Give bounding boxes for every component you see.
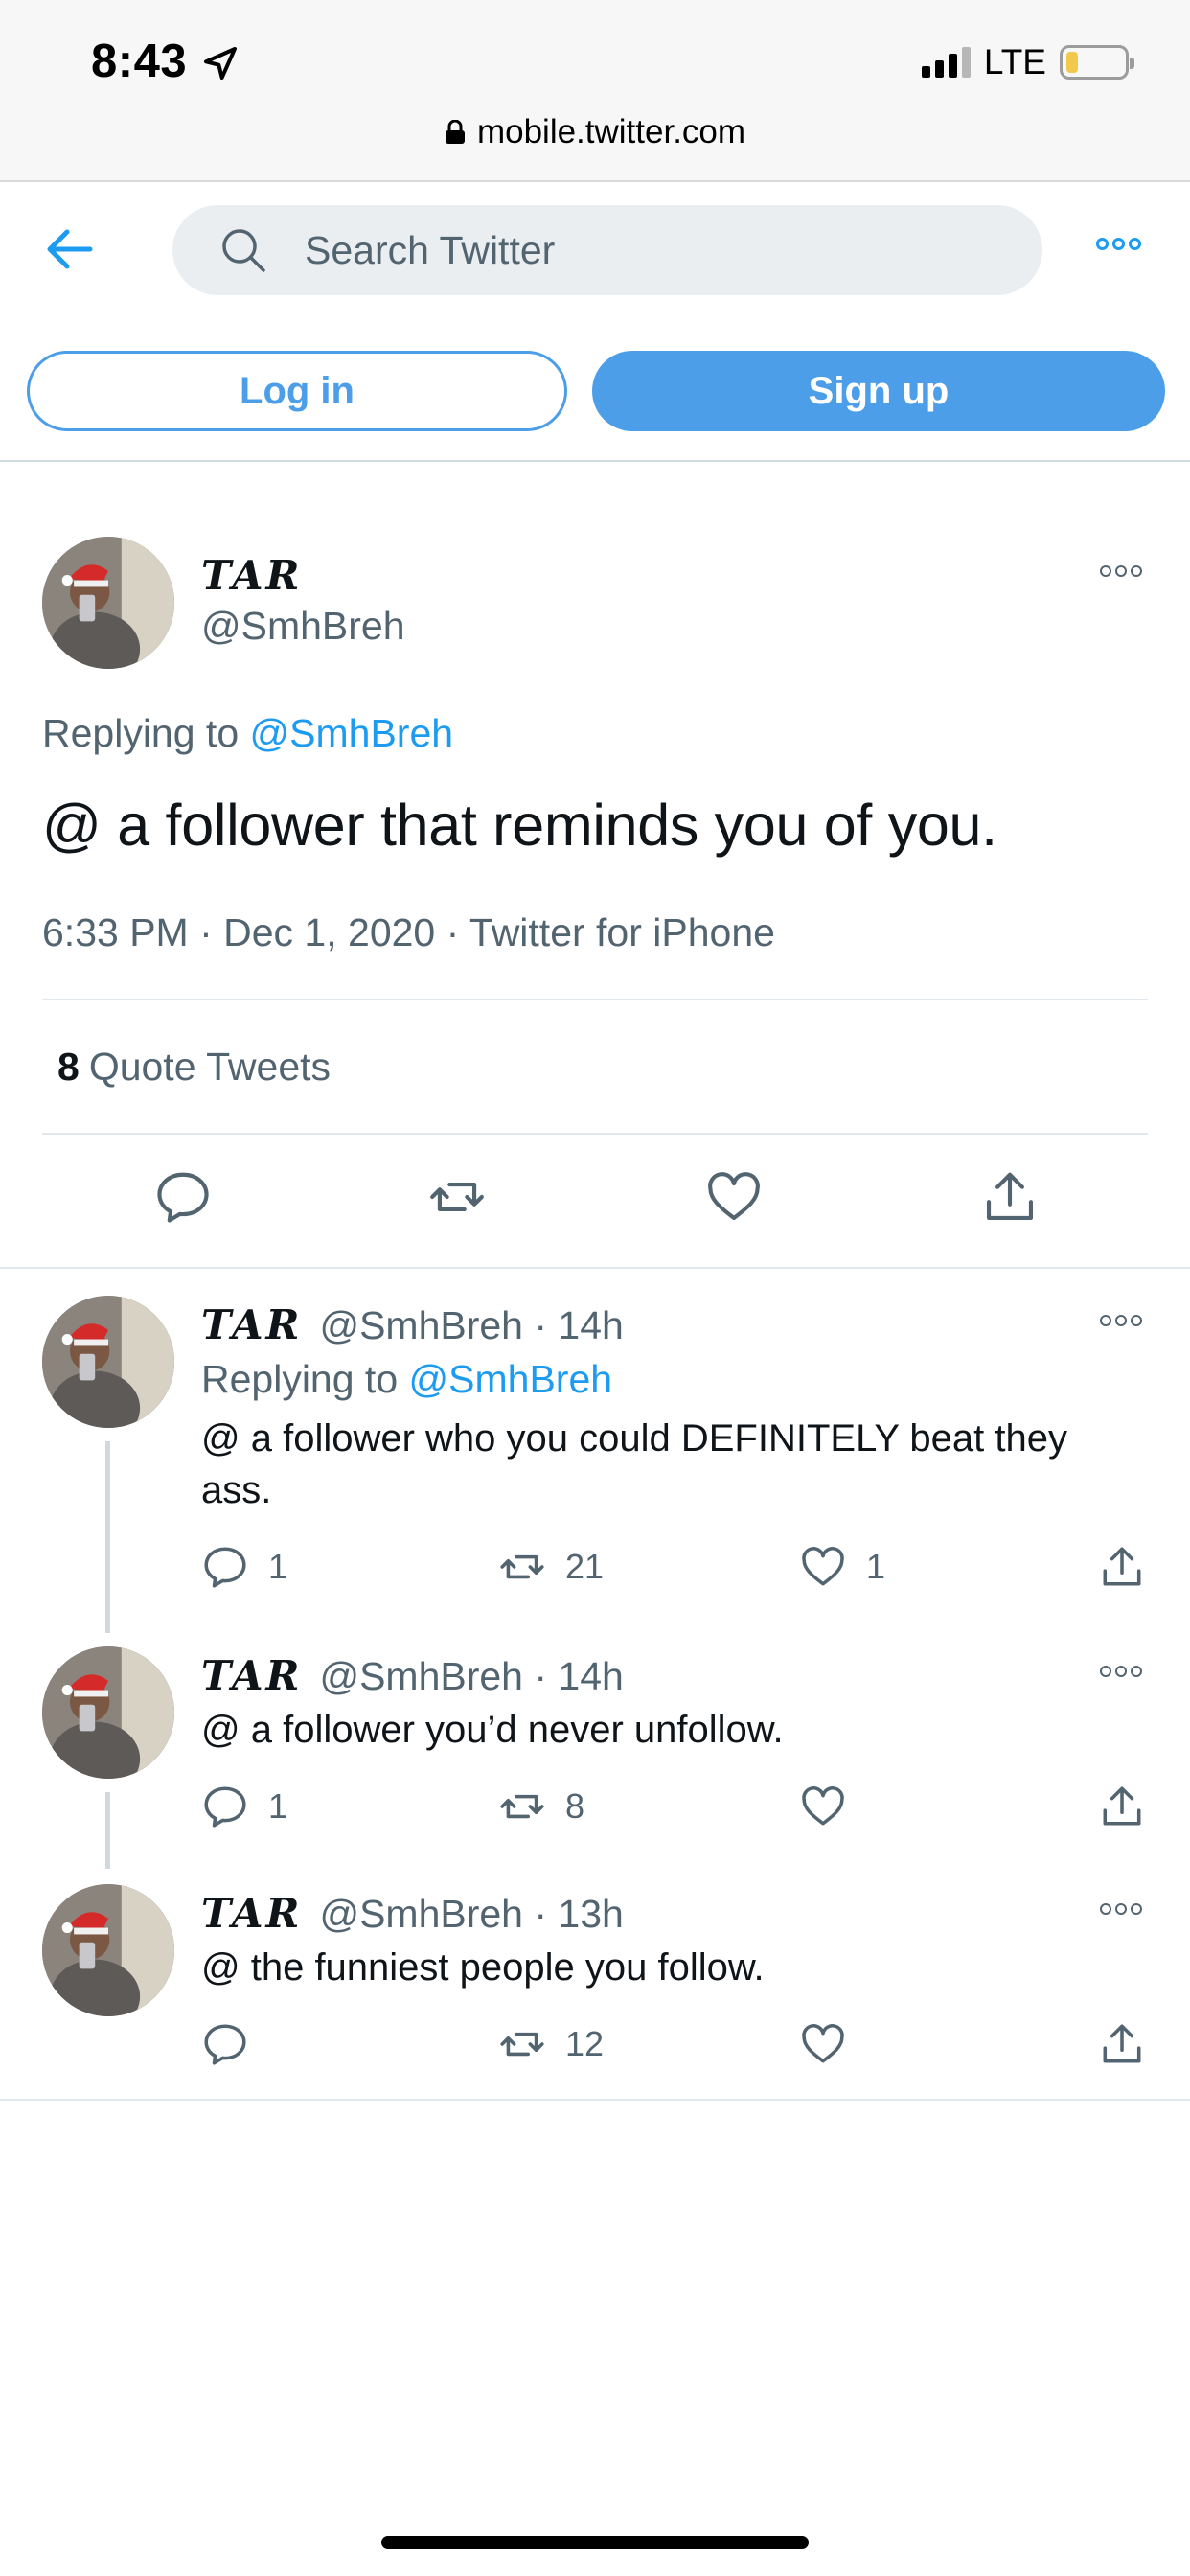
search-icon [222, 229, 265, 272]
author-handle-time[interactable]: @SmhBreh · 14h [319, 1303, 623, 1348]
tweet-actions: 12 [0, 2020, 1190, 2078]
divider [0, 1267, 1190, 1269]
author-handle-time[interactable]: @SmhBreh · 14h [319, 1654, 623, 1699]
reply-icon [204, 1547, 246, 1588]
author-name[interactable]: TAR [201, 1890, 302, 1937]
battery-icon [1060, 45, 1134, 80]
replying-to: Replying to @SmhBreh [42, 711, 453, 756]
divider [0, 2099, 1190, 2101]
reply-action[interactable]: 1 [201, 1782, 287, 1830]
back-arrow-icon[interactable] [42, 222, 96, 276]
divider [42, 999, 1148, 1000]
share-action[interactable] [1098, 1782, 1146, 1830]
login-button[interactable]: Log in [27, 351, 567, 431]
share-icon[interactable] [980, 1167, 1040, 1227]
tweet-more-icon[interactable] [1100, 565, 1142, 577]
quote-label: Quote Tweets [88, 1045, 332, 1089]
network-type: LTE [983, 42, 1046, 81]
search-placeholder: Search Twitter [305, 227, 556, 272]
author-name[interactable]: TAR [201, 1301, 302, 1348]
reply-header: TAR @SmhBreh · 13h [201, 1890, 624, 1937]
retweet-count: 8 [565, 1786, 585, 1826]
retweet-icon [500, 1554, 544, 1579]
replying-to: Replying to @SmhBreh [201, 1357, 612, 1402]
search-input[interactable]: Search Twitter [172, 205, 1042, 295]
tweet-more-icon[interactable] [1100, 1903, 1142, 1915]
avatar-image [42, 1646, 174, 1779]
location-arrow-icon [204, 47, 237, 80]
retweet-icon [500, 2032, 544, 2057]
reply-action[interactable] [201, 2020, 268, 2068]
author-name[interactable]: TAR [201, 552, 302, 599]
url-text: mobile.twitter.com [476, 113, 746, 150]
avatar-image [42, 537, 174, 669]
retweet-count: 21 [565, 1547, 605, 1586]
quote-count: 8 [57, 1045, 80, 1089]
retweet-action[interactable]: 12 [498, 2020, 604, 2068]
divider [42, 1133, 1148, 1135]
like-action[interactable]: 1 [799, 1543, 885, 1591]
reply-icon [204, 1786, 246, 1828]
lock-icon [445, 120, 465, 144]
share-icon [1103, 1547, 1141, 1586]
reply-action[interactable]: 1 [201, 1543, 287, 1591]
avatar[interactable] [42, 1646, 174, 1779]
signal-strength-icon [921, 47, 971, 78]
reply-count: 1 [268, 1786, 288, 1826]
avatar-image [42, 1296, 174, 1428]
replying-to-mention[interactable]: @SmhBreh [409, 1357, 613, 1401]
tweet-timestamp[interactable]: 6:33 PM · Dec 1, 2020 · Twitter for iPho… [42, 910, 775, 955]
home-indicator[interactable] [381, 2536, 809, 2549]
tweet-text: @ a follower who you could DEFINITELY be… [201, 1417, 1068, 1511]
reply-header: TAR @SmhBreh · 14h [201, 1652, 624, 1699]
thread-line [105, 1441, 110, 1633]
tweet-text: @ a follower that reminds you of you. [42, 793, 997, 858]
status-indicators: LTE [921, 42, 1134, 82]
like-action[interactable] [799, 2020, 866, 2068]
replying-prefix: Replying to [201, 1357, 399, 1401]
like-icon [802, 2024, 844, 2063]
avatar[interactable] [42, 1884, 174, 2016]
like-count: 1 [866, 1547, 886, 1586]
tweet-more-icon[interactable] [1100, 1666, 1142, 1677]
tweet-actions [0, 1167, 1190, 1234]
replying-to-mention[interactable]: @SmhBreh [250, 711, 454, 755]
tweet-more-icon[interactable] [1100, 1315, 1142, 1326]
avatar[interactable] [42, 537, 174, 669]
replying-prefix: Replying to [42, 711, 240, 755]
browser-chrome: 8:43 LTE mobile.twitter.com [0, 0, 1190, 182]
author-name[interactable]: TAR [201, 1652, 302, 1699]
address-bar[interactable]: mobile.twitter.com [0, 113, 1190, 151]
like-icon [802, 1547, 844, 1586]
reply-icon[interactable] [153, 1167, 213, 1227]
reply-count: 1 [268, 1547, 288, 1586]
share-icon [1103, 2024, 1141, 2063]
like-action[interactable] [799, 1782, 866, 1830]
reply-icon [204, 2024, 246, 2065]
tweet-actions: 1 8 [0, 1782, 1190, 1840]
tweet-actions: 1 21 1 [0, 1543, 1190, 1600]
reply-header: TAR @SmhBreh · 14h [201, 1301, 624, 1348]
like-icon [802, 1786, 844, 1826]
retweet-count: 12 [565, 2024, 605, 2063]
author-handle-time[interactable]: @SmhBreh · 13h [319, 1892, 623, 1937]
status-time: 8:43 [91, 35, 188, 87]
signup-button[interactable]: Sign up [592, 351, 1165, 431]
avatar[interactable] [42, 1296, 174, 1428]
share-icon [1103, 1786, 1141, 1826]
author-handle[interactable]: @SmhBreh [201, 604, 405, 649]
retweet-icon[interactable] [427, 1167, 487, 1227]
avatar-image [42, 1884, 174, 2016]
share-action[interactable] [1098, 2020, 1146, 2068]
tweet-text: @ the funniest people you follow. [201, 1946, 765, 1989]
quote-tweets-link[interactable]: 8 Quote Tweets [57, 1045, 331, 1090]
retweet-action[interactable]: 21 [498, 1543, 604, 1591]
share-action[interactable] [1098, 1543, 1146, 1591]
like-icon[interactable] [704, 1167, 764, 1227]
retweet-icon [500, 1794, 544, 1819]
more-options-icon[interactable] [1096, 238, 1141, 250]
tweet-text: @ a follower you’d never unfollow. [201, 1709, 784, 1751]
retweet-action[interactable]: 8 [498, 1782, 584, 1830]
